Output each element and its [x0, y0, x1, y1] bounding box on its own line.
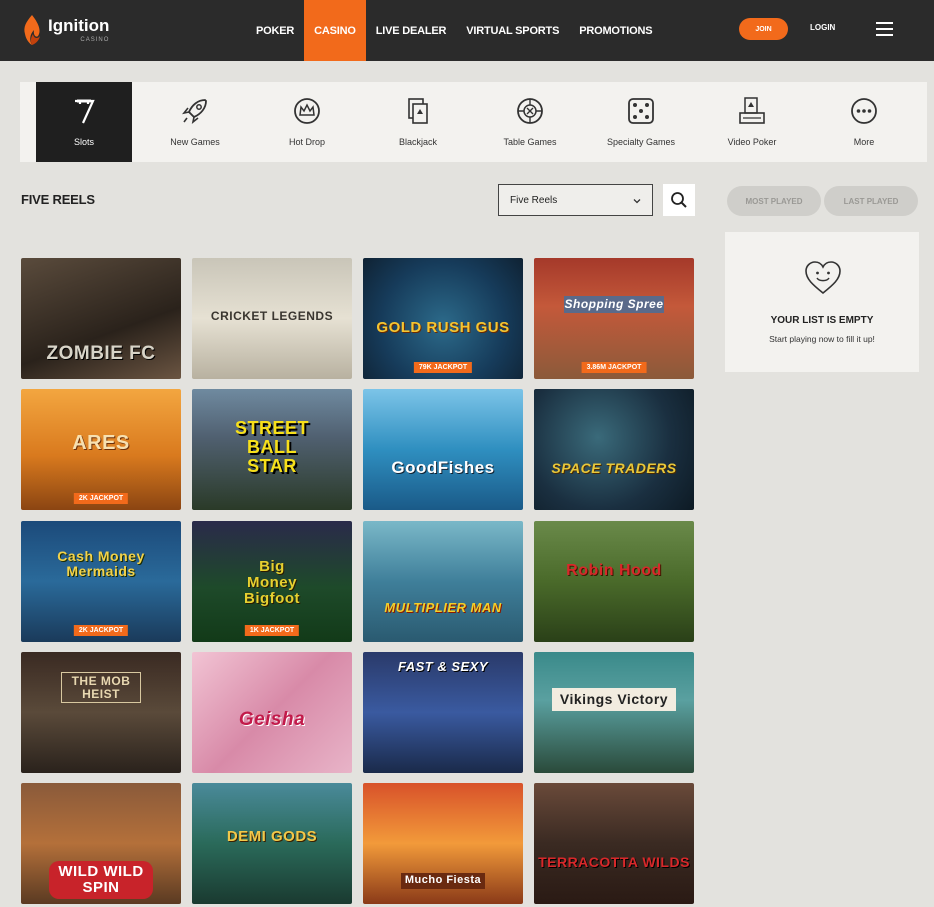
section-title: FIVE REELS	[21, 192, 95, 207]
game-title: MULTIPLIER MAN	[384, 600, 502, 615]
category-label: New Games	[170, 137, 220, 147]
game-title: THE MOB HEIST	[61, 672, 141, 704]
game-title: SPACE TRADERS	[551, 460, 677, 476]
category-label: Video Poker	[727, 137, 777, 147]
nav-virtual-sports[interactable]: VIRTUAL SPORTS	[456, 0, 569, 61]
heart-smile-icon	[805, 261, 841, 295]
category-blackjack[interactable]: Blackjack	[370, 82, 466, 162]
game-tile[interactable]: DEMI GODS	[192, 783, 352, 904]
game-tile[interactable]: Mucho Fiesta	[363, 783, 523, 904]
game-tile[interactable]: ARES 2K JACKPOT	[21, 389, 181, 510]
jackpot-badge: 3.86M JACKPOT	[581, 362, 647, 373]
chevron-down-icon	[633, 199, 641, 204]
game-title: Mucho Fiesta	[401, 873, 485, 889]
game-title: FAST & SEXY	[397, 659, 489, 674]
hot-drop-crown-icon	[294, 98, 320, 124]
flame-logo-icon	[24, 15, 40, 45]
game-tile[interactable]: GoodFishes	[363, 389, 523, 510]
empty-list-subtitle: Start playing now to fill it up!	[769, 334, 875, 344]
game-title: GOLD RUSH GUS	[376, 319, 510, 336]
search-icon	[671, 192, 687, 208]
game-tile[interactable]: SPACE TRADERS	[534, 389, 694, 510]
game-tile[interactable]: GOLD RUSH GUS 79K JACKPOT	[363, 258, 523, 379]
brand-logo[interactable]: Ignition CASINO	[20, 13, 109, 47]
category-label: Blackjack	[398, 137, 437, 147]
nav-promotions[interactable]: PROMOTIONS	[569, 0, 662, 61]
brand-sub: CASINO	[80, 37, 110, 43]
category-new-games[interactable]: New Games	[147, 82, 243, 162]
hamburger-menu-icon[interactable]	[876, 22, 893, 36]
category-more[interactable]: More	[816, 82, 912, 162]
game-tile[interactable]: Shopping Spree 3.86M JACKPOT	[534, 258, 694, 379]
tab-last-played[interactable]: LAST PLAYED	[824, 186, 918, 216]
category-filter-select[interactable]: Five Reels	[498, 184, 653, 216]
rocket-icon	[182, 99, 207, 124]
game-title: Geisha	[238, 709, 306, 730]
game-title: Vikings Victory	[552, 688, 676, 711]
nav-poker[interactable]: POKER	[246, 0, 304, 61]
nav-live-dealer[interactable]: LIVE DEALER	[366, 0, 457, 61]
jackpot-badge: 79K JACKPOT	[413, 362, 473, 373]
game-title: Big Money Bigfoot	[244, 558, 300, 607]
category-label: Hot Drop	[288, 137, 325, 147]
category-label: Table Games	[503, 137, 557, 147]
game-title: ARES	[72, 432, 130, 454]
game-tile[interactable]: ZOMBIE FC	[21, 258, 181, 379]
playing-cards-icon	[408, 98, 428, 124]
category-label: Slots	[73, 137, 94, 147]
game-tile[interactable]: Geisha	[192, 652, 352, 773]
category-label: More	[853, 137, 875, 147]
game-tile[interactable]: STREET BALL STAR	[192, 389, 352, 510]
game-title: CRICKET LEGENDS	[210, 309, 334, 323]
slot-seven-icon	[75, 99, 95, 124]
game-title: DEMI GODS	[226, 828, 318, 845]
tab-most-played[interactable]: MOST PLAYED	[727, 186, 821, 216]
category-video-poker[interactable]: Video Poker	[704, 82, 800, 162]
game-tile[interactable]: FAST & SEXY	[363, 652, 523, 773]
game-title: TERRACOTTA WILDS	[538, 854, 690, 870]
game-title: Shopping Spree	[564, 296, 664, 313]
category-specialty-games[interactable]: Specialty Games	[593, 82, 689, 162]
nav-casino[interactable]: CASINO	[304, 0, 366, 61]
game-title: WILD WILD SPIN	[49, 861, 153, 899]
category-table-games[interactable]: Table Games	[482, 82, 578, 162]
game-tile[interactable]: Vikings Victory	[534, 652, 694, 773]
game-tile[interactable]: WILD WILD SPIN	[21, 783, 181, 904]
game-title: ZOMBIE FC	[46, 343, 156, 364]
search-button[interactable]	[663, 184, 695, 216]
join-button[interactable]: JOIN	[739, 18, 788, 40]
dice-icon	[628, 98, 654, 124]
game-tile[interactable]: TERRACOTTA WILDS	[534, 783, 694, 904]
login-link[interactable]: LOGIN	[810, 23, 835, 32]
jackpot-badge: 2K JACKPOT	[73, 493, 129, 504]
jackpot-badge: 2K JACKPOT	[73, 625, 129, 636]
game-title: Robin Hood	[566, 562, 662, 579]
select-value: Five Reels	[510, 194, 558, 206]
game-title: STREET BALL STAR	[234, 418, 309, 476]
category-hot-drop[interactable]: Hot Drop	[259, 82, 355, 162]
roulette-chip-icon	[517, 98, 543, 124]
brand-name: Ignition	[48, 16, 110, 35]
category-bar: Slots New Games Hot Drop Blackjack Table…	[20, 82, 927, 162]
game-tile[interactable]: Cash Money Mermaids 2K JACKPOT	[21, 521, 181, 642]
video-poker-machine-icon	[739, 97, 765, 124]
empty-list-title: YOUR LIST IS EMPTY	[770, 315, 874, 326]
game-title: GoodFishes	[391, 458, 495, 477]
category-label: Specialty Games	[606, 137, 676, 147]
top-header: Ignition CASINO POKER CASINO LIVE DEALER…	[0, 0, 934, 61]
game-title: Cash Money Mermaids	[57, 548, 145, 579]
game-tile[interactable]: CRICKET LEGENDS	[192, 258, 352, 379]
jackpot-badge: 1K JACKPOT	[244, 625, 300, 636]
more-dots-icon	[851, 98, 877, 124]
game-tile[interactable]: Big Money Bigfoot 1K JACKPOT	[192, 521, 352, 642]
category-slots[interactable]: Slots	[36, 82, 132, 162]
game-tile[interactable]: THE MOB HEIST	[21, 652, 181, 773]
game-tile[interactable]: MULTIPLIER MAN	[363, 521, 523, 642]
main-nav: POKER CASINO LIVE DEALER VIRTUAL SPORTS …	[246, 0, 662, 61]
game-tile[interactable]: Robin Hood	[534, 521, 694, 642]
played-list-panel: YOUR LIST IS EMPTY Start playing now to …	[725, 232, 919, 372]
